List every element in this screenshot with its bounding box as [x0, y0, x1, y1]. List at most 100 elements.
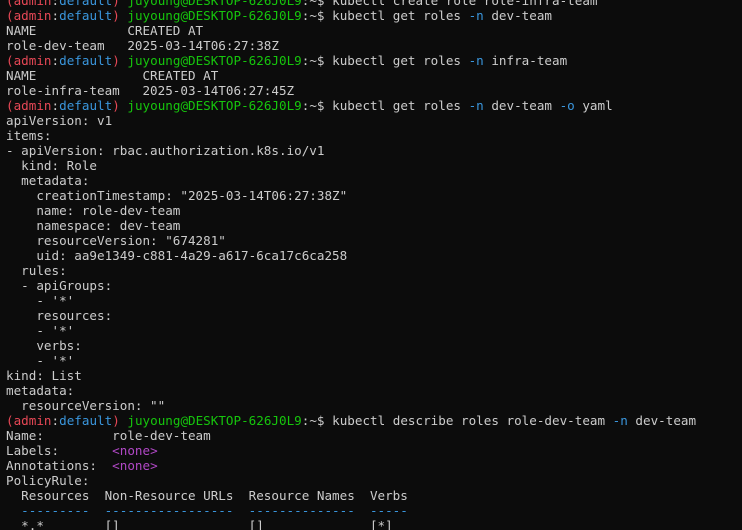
terminal-text-segment: <none> [112, 458, 158, 473]
terminal-text-segment: kubectl get roles [332, 98, 469, 113]
terminal-text-segment: admin [13, 413, 52, 428]
terminal-text-segment: admin [13, 53, 52, 68]
terminal-text-segment: rules: [6, 263, 67, 278]
terminal-text-segment: ) [112, 0, 120, 8]
terminal-text-segment: uid: aa9e1349-c881-4a29-a617-6ca17c6ca25… [6, 248, 348, 263]
terminal-text-segment: infra-team [483, 53, 568, 68]
terminal-window[interactable]: (admin:default) juyoung@DESKTOP-626J0L9:… [0, 0, 742, 530]
terminal-text-segment: : [51, 413, 60, 428]
terminal-text-segment: ( [6, 8, 14, 23]
terminal-text-segment: juyoung@DESKTOP-626J0L9 [119, 8, 302, 23]
terminal-line: metadata: [6, 173, 696, 188]
terminal-line: namespace: dev-team [6, 218, 696, 233]
terminal-text-segment: juyoung@DESKTOP-626J0L9 [119, 53, 302, 68]
terminal-text-segment: -o [559, 98, 575, 113]
terminal-line: creationTimestamp: "2025-03-14T06:27:38Z… [6, 188, 696, 203]
terminal-line: verbs: [6, 338, 696, 353]
terminal-line: (admin:default) juyoung@DESKTOP-626J0L9:… [6, 98, 696, 113]
terminal-line: resourceVersion: "" [6, 398, 696, 413]
terminal-text-segment: ) [112, 98, 120, 113]
terminal-line: apiVersion: v1 [6, 113, 696, 128]
terminal-text-segment: kind: List [6, 368, 82, 383]
terminal-text-segment: dev-team [627, 413, 697, 428]
terminal-text-segment: juyoung@DESKTOP-626J0L9 [119, 98, 302, 113]
terminal-text-segment: -n [468, 8, 484, 23]
terminal-text-segment: verbs: [6, 338, 82, 353]
terminal-line: (admin:default) juyoung@DESKTOP-626J0L9:… [6, 53, 696, 68]
terminal-text-segment: kubectl create role role-infra-team [332, 0, 598, 8]
terminal-text-segment: resources: [6, 308, 113, 323]
terminal-text-segment: -n [468, 53, 484, 68]
terminal-text-segment: NAME CREATED AT [6, 23, 204, 38]
terminal-line: (admin:default) juyoung@DESKTOP-626J0L9:… [6, 0, 696, 8]
terminal-line: - '*' [6, 293, 696, 308]
terminal-text-segment: admin [13, 0, 52, 8]
terminal-line: resourceVersion: "674281" [6, 233, 696, 248]
terminal-text-segment: Name: role-dev-team [6, 428, 211, 443]
terminal-text-segment: : [51, 98, 60, 113]
terminal-line: resources: [6, 308, 696, 323]
terminal-line: items: [6, 128, 696, 143]
terminal-text-segment: -n [612, 413, 628, 428]
terminal-line: Labels: <none> [6, 443, 696, 458]
terminal-text-segment: Resources Non-Resource URLs Resource Nam… [6, 488, 408, 503]
terminal-text-segment: ) [112, 8, 120, 23]
terminal-line: --------- ----------------- ------------… [6, 503, 696, 518]
terminal-line: role-dev-team 2025-03-14T06:27:38Z [6, 38, 696, 53]
terminal-text-segment: juyoung@DESKTOP-626J0L9 [119, 413, 302, 428]
terminal-line: metadata: [6, 383, 696, 398]
terminal-line: kind: Role [6, 158, 696, 173]
terminal-text-segment: kubectl get roles [332, 53, 469, 68]
terminal-output: (admin:default) juyoung@DESKTOP-626J0L9:… [6, 0, 696, 530]
terminal-line: - apiVersion: rbac.authorization.k8s.io/… [6, 143, 696, 158]
terminal-line: Name: role-dev-team [6, 428, 696, 443]
terminal-text-segment: ( [6, 0, 14, 8]
terminal-text-segment: - '*' [6, 293, 75, 308]
terminal-text-segment: admin [13, 8, 52, 23]
terminal-line: *.* [] [] [*] [6, 518, 696, 530]
terminal-text-segment: kind: Role [6, 158, 97, 173]
terminal-text-segment: resourceVersion: "674281" [6, 233, 226, 248]
terminal-text-segment: Annotations: [6, 458, 113, 473]
terminal-line: Resources Non-Resource URLs Resource Nam… [6, 488, 696, 503]
terminal-text-segment: : [51, 8, 60, 23]
terminal-line: (admin:default) juyoung@DESKTOP-626J0L9:… [6, 413, 696, 428]
terminal-line: NAME CREATED AT [6, 23, 696, 38]
terminal-text-segment: dev-team [483, 8, 553, 23]
terminal-text-segment: items: [6, 128, 52, 143]
terminal-text-segment: name: role-dev-team [6, 203, 181, 218]
terminal-text-segment: : [51, 53, 60, 68]
terminal-text-segment: ) [112, 413, 120, 428]
terminal-text-segment: *.* [] [] [*] [6, 518, 393, 530]
terminal-text-segment: - apiGroups: [6, 278, 113, 293]
terminal-text-segment: default [59, 413, 113, 428]
terminal-text-segment: :~$ [301, 8, 333, 23]
terminal-text-segment: ) [112, 53, 120, 68]
terminal-text-segment: default [59, 53, 113, 68]
terminal-text-segment: - '*' [6, 323, 75, 338]
terminal-text-segment: -n [468, 98, 484, 113]
terminal-text-segment: admin [13, 98, 52, 113]
terminal-text-segment: --------- ----------------- ------------… [6, 503, 408, 518]
terminal-line: PolicyRule: [6, 473, 696, 488]
terminal-line: NAME CREATED AT [6, 68, 696, 83]
terminal-text-segment: dev-team [483, 98, 560, 113]
terminal-text-segment: namespace: dev-team [6, 218, 181, 233]
terminal-text-segment: apiVersion: v1 [6, 113, 113, 128]
terminal-text-segment: :~$ [301, 413, 333, 428]
terminal-line: name: role-dev-team [6, 203, 696, 218]
terminal-line: role-infra-team 2025-03-14T06:27:45Z [6, 83, 696, 98]
terminal-text-segment: metadata: [6, 383, 75, 398]
terminal-text-segment: PolicyRule: [6, 473, 90, 488]
terminal-line: kind: List [6, 368, 696, 383]
terminal-text-segment: yaml [574, 98, 613, 113]
terminal-text-segment: role-dev-team 2025-03-14T06:27:38Z [6, 38, 279, 53]
terminal-text-segment: role-infra-team 2025-03-14T06:27:45Z [6, 83, 295, 98]
terminal-line: Annotations: <none> [6, 458, 696, 473]
terminal-line: rules: [6, 263, 696, 278]
terminal-text-segment: resourceVersion: "" [6, 398, 166, 413]
terminal-text-segment: - '*' [6, 353, 75, 368]
terminal-line: - '*' [6, 353, 696, 368]
terminal-text-segment: :~$ [301, 0, 333, 8]
terminal-text-segment: metadata: [6, 173, 90, 188]
